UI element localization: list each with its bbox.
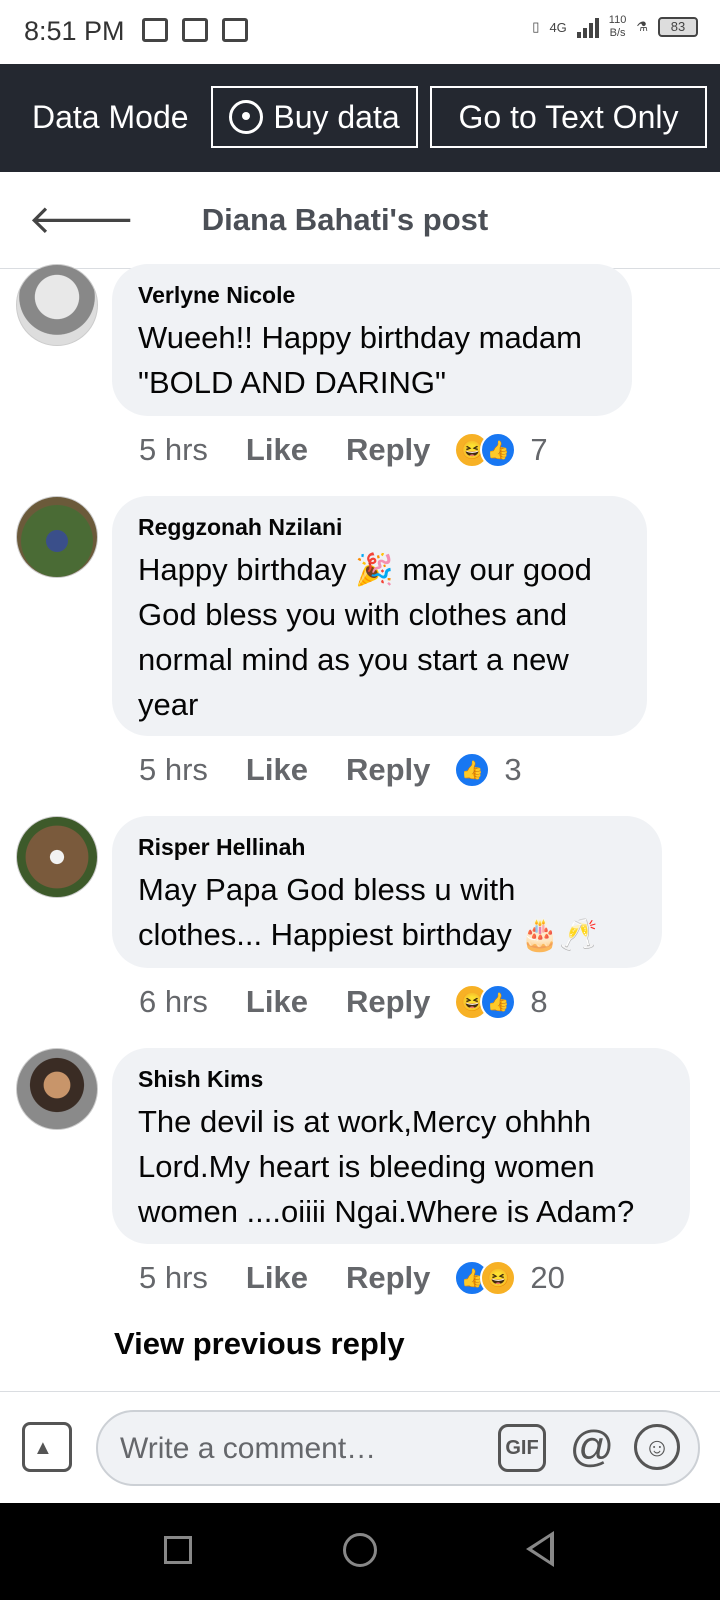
text-only-label: Go to Text Only [458,98,679,135]
reaction-count: 8 [530,984,548,1019]
comment-bubble: Risper Hellinah May Papa God bless u wit… [112,816,662,968]
comment-placeholder: Write a comment… [120,1432,377,1465]
comment-time: 6 hrs [139,984,208,1019]
reactions[interactable]: 😆 👍 8 [454,984,548,1020]
haha-icon: 😆 [480,1260,517,1296]
reply-button[interactable]: Reply [346,1260,430,1296]
like-button[interactable]: Like [246,752,308,788]
broadcast-icon [229,100,264,134]
comment-bubble: Reggzonah Nzilani Happy birthday 🎉 may o… [112,496,647,736]
reactions[interactable]: 👍 😆 20 [454,1260,565,1296]
text-only-button[interactable]: Go to Text Only [430,86,707,148]
comment-text: The devil is at work,Mercy ohhhh Lord.My… [138,1104,635,1229]
signal-icon [576,16,599,38]
reactions[interactable]: 👍 3 [454,752,522,788]
gif-button[interactable]: GIF [498,1424,546,1472]
comment-time: 5 hrs [139,1260,208,1295]
data-mode-label: Data Mode [32,99,189,135]
commenter-name[interactable]: Verlyne Nicole [138,282,604,309]
photo-icon[interactable] [22,1422,72,1472]
reaction-count: 7 [530,432,548,467]
comment-meta: 5 hrs Like Reply 😆 👍 7 [139,432,548,468]
like-button[interactable]: Like [246,984,308,1020]
comment-bubble: Shish Kims The devil is at work,Mercy oh… [112,1048,690,1244]
system-nav-bar [0,1503,720,1600]
comment-composer: Write a comment… GIF @ ☺ [0,1391,720,1504]
commenter-name[interactable]: Shish Kims [138,1066,662,1093]
net-speed: 110 B/s [608,14,627,39]
reply-button[interactable]: Reply [346,752,430,788]
like-icon: 👍 [454,752,491,788]
comment-meta: 5 hrs Like Reply 👍 3 [139,752,522,788]
status-bar: 8:51 PM ▯ 4G 110 B/s ⚗ 83 [0,0,720,64]
comment-time: 5 hrs [139,752,208,787]
data-mode-bar: Data Mode Buy data Go to Text Only [0,64,720,172]
recents-icon[interactable] [164,1536,192,1564]
buy-data-label: Buy data [273,98,400,135]
reaction-count: 20 [530,1260,565,1295]
comment-text: May Papa God bless u with clothes... Hap… [138,872,598,952]
vibrate-icon: ▯ [532,19,540,34]
view-previous-reply-link[interactable]: View previous reply [114,1326,405,1362]
reaction-count: 3 [504,752,522,787]
activity-icon [222,18,248,42]
commenter-name[interactable]: Reggzonah Nzilani [138,514,619,541]
comment-text: Wueeh!! Happy birthday madam "BOLD AND D… [138,320,582,400]
post-header: 🡐 Diana Bahati's post [0,172,720,269]
comment-bubble: Verlyne Nicole Wueeh!! Happy birthday ma… [112,264,632,416]
page-title: Diana Bahati's post [201,202,489,237]
status-time: 8:51 PM [24,16,125,46]
reply-button[interactable]: Reply [346,984,430,1020]
avatar[interactable] [16,496,98,578]
reactions[interactable]: 😆 👍 7 [454,432,548,468]
news-icon [182,18,208,42]
avatar[interactable] [16,816,98,898]
like-button[interactable]: Like [246,1260,308,1296]
comment-meta: 5 hrs Like Reply 👍 😆 20 [139,1260,565,1296]
mention-icon[interactable]: @ [568,1424,616,1472]
reply-button[interactable]: Reply [346,432,430,468]
emoji-icon[interactable]: ☺ [634,1424,680,1470]
message-icon [142,18,168,42]
avatar[interactable] [16,264,98,346]
comment-input[interactable]: Write a comment… GIF @ ☺ [96,1410,700,1486]
network-type: 4G [549,19,567,35]
system-icons: ▯ 4G 110 B/s ⚗ 83 [532,14,698,40]
like-icon: 👍 [480,432,517,468]
like-icon: 👍 [480,984,517,1020]
back-icon[interactable] [526,1531,554,1567]
comment-meta: 6 hrs Like Reply 😆 👍 8 [139,984,548,1020]
comment-time: 5 hrs [139,432,208,467]
notification-icons [142,18,248,42]
comment-text: Happy birthday 🎉 may our good God bless … [138,552,592,722]
commenter-name[interactable]: Risper Hellinah [138,834,634,861]
buy-data-button[interactable]: Buy data [211,86,418,148]
flask-icon: ⚗ [636,19,648,34]
avatar[interactable] [16,1048,98,1130]
like-button[interactable]: Like [246,432,308,468]
battery-icon: 83 [658,17,698,37]
home-icon[interactable] [343,1533,377,1567]
